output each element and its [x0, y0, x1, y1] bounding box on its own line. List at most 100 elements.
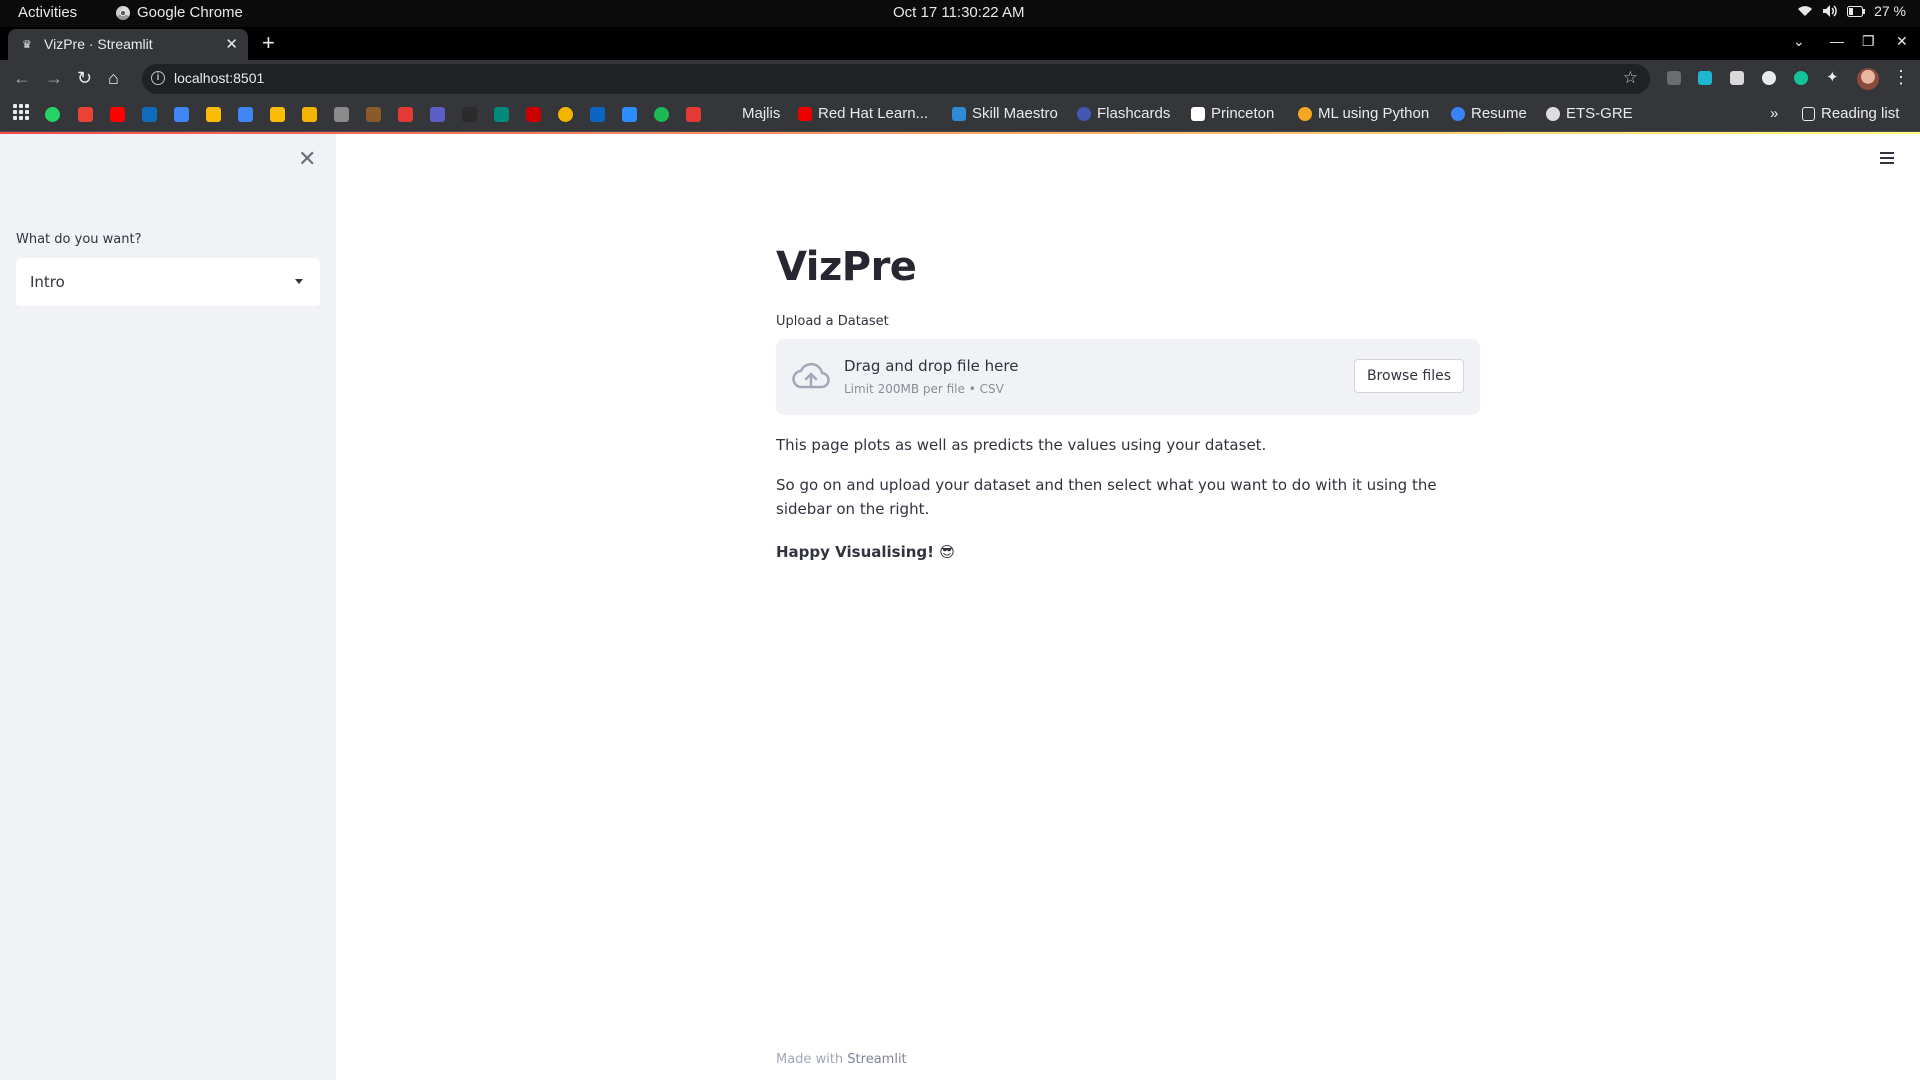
tab-search-icon[interactable]: ⌄: [1793, 33, 1805, 50]
resume-icon: [1451, 106, 1465, 121]
extension-icon[interactable]: [1698, 71, 1712, 85]
dropzone-limit: Limit 200MB per file • CSV: [844, 382, 1004, 396]
hamburger-menu-icon[interactable]: [1880, 152, 1894, 167]
intro-paragraph-1: This page plots as well as predicts the …: [776, 436, 1267, 454]
forward-icon[interactable]: →: [45, 68, 63, 89]
new-tab-icon[interactable]: +: [262, 30, 275, 56]
upload-label: Upload a Dataset: [776, 314, 889, 329]
intro-paragraph-2: So go on and upload your dataset and the…: [776, 476, 1437, 518]
url-text: localhost:8501: [174, 70, 265, 86]
bookmark-majlis[interactable]: Majlis: [742, 105, 780, 122]
bookmark-resume[interactable]: Resume: [1451, 105, 1527, 122]
footer: Made with Streamlit: [776, 1052, 907, 1067]
quizlet-icon: [1077, 106, 1091, 121]
file-dropzone[interactable]: Drag and drop file here Limit 200MB per …: [776, 339, 1480, 415]
grammarly-icon[interactable]: [1794, 71, 1808, 85]
page-title: VizPre: [776, 244, 917, 290]
bookmark-label: ETS-GRE: [1566, 105, 1633, 122]
outlook-icon[interactable]: [142, 107, 157, 122]
chrome-icon: [116, 5, 130, 20]
system-status[interactable]: 27 %: [1797, 3, 1906, 19]
apps-grid-icon[interactable]: [13, 104, 29, 120]
bookmark-app-icon-2[interactable]: [366, 107, 381, 122]
docs-icon[interactable]: [238, 107, 253, 122]
teams-icon[interactable]: [430, 107, 445, 122]
battery-percent: 27 %: [1874, 3, 1906, 19]
reading-list-label: Reading list: [1821, 105, 1900, 122]
bookmark-ml-python[interactable]: ML using Python: [1298, 105, 1429, 122]
keep-icon[interactable]: [270, 107, 285, 122]
chrome-menu-icon[interactable]: ⋮: [1892, 67, 1910, 88]
os-top-bar: Activities Google Chrome Oct 17 11:30:22…: [0, 0, 1920, 27]
bookmark-skill-maestro[interactable]: Skill Maestro: [952, 105, 1058, 122]
bookmark-app-icon[interactable]: [334, 107, 349, 122]
shield-extension-icon[interactable]: [1667, 71, 1681, 85]
bookmark-label: Red Hat Learn...: [818, 105, 929, 122]
globe-icon: [1546, 106, 1560, 121]
bookmarks-bar: Majlis Red Hat Learn... Skill Maestro Fl…: [0, 98, 1920, 132]
dropzone-instructions: Drag and drop file here: [844, 357, 1019, 375]
address-bar[interactable]: i localhost:8501 ☆: [142, 64, 1650, 94]
bookmark-star-icon[interactable]: ☆: [1623, 68, 1638, 88]
bookmark-label: Majlis: [742, 105, 781, 122]
slides-icon[interactable]: [302, 107, 317, 122]
emoji-app-icon[interactable]: [558, 107, 573, 122]
coursera-icon: [1298, 106, 1312, 121]
meet-icon[interactable]: [494, 107, 509, 122]
bookmark-ets-gre[interactable]: ETS-GRE: [1546, 105, 1633, 122]
whatsapp-icon[interactable]: [45, 107, 60, 122]
bookmark-label: Princeton: [1211, 105, 1275, 122]
redhat-icon: [798, 106, 812, 121]
mode-selectbox[interactable]: Intro: [16, 258, 320, 306]
cross-app-icon[interactable]: [398, 107, 413, 122]
main-content: VizPre Upload a Dataset Drag and drop fi…: [336, 134, 1920, 1080]
github-icon[interactable]: [462, 107, 477, 122]
tab-strip: ♛ VizPre · Streamlit ✕: [0, 27, 1920, 60]
bookmark-label: Skill Maestro: [972, 105, 1058, 122]
extensions-puzzle-icon[interactable]: ✦: [1826, 68, 1840, 86]
mouse-extension-icon[interactable]: [1762, 71, 1776, 85]
bookmark-flashcards[interactable]: Flashcards: [1077, 105, 1170, 122]
bookmarks-overflow-icon[interactable]: »: [1770, 105, 1778, 122]
pocket-icon[interactable]: [686, 107, 701, 122]
photos-icon[interactable]: [206, 107, 221, 122]
app-menu[interactable]: Google Chrome: [116, 4, 243, 21]
sidebar: ✕ What do you want? Intro: [0, 134, 336, 1080]
battery-icon: [1847, 5, 1866, 17]
browse-files-button[interactable]: Browse files: [1353, 359, 1464, 393]
back-icon[interactable]: ←: [13, 68, 31, 89]
cloud-upload-icon: [792, 362, 830, 389]
site-info-icon[interactable]: i: [151, 71, 165, 85]
redhat-app-icon[interactable]: [526, 107, 541, 122]
close-tab-icon[interactable]: ✕: [225, 35, 238, 53]
minimize-icon[interactable]: —: [1830, 33, 1844, 49]
close-sidebar-icon[interactable]: ✕: [298, 146, 316, 172]
tab-manager-extension-icon[interactable]: [1730, 71, 1744, 85]
drive-icon[interactable]: [174, 107, 189, 122]
reading-list-button[interactable]: Reading list: [1802, 105, 1899, 122]
spotify-icon[interactable]: [654, 107, 669, 122]
zoom-icon[interactable]: [622, 107, 637, 122]
restore-icon[interactable]: ❐: [1862, 33, 1875, 50]
bookmark-redhat[interactable]: Red Hat Learn...: [798, 105, 928, 122]
clock[interactable]: Oct 17 11:30:22 AM: [893, 4, 1024, 21]
app-name: Google Chrome: [137, 4, 243, 21]
princeton-icon: [1191, 106, 1205, 121]
reading-list-icon: [1802, 106, 1815, 121]
youtube-icon[interactable]: [110, 107, 125, 122]
streamlit-link[interactable]: Streamlit: [847, 1052, 906, 1067]
activities-button[interactable]: Activities: [18, 4, 77, 21]
tab-title: VizPre · Streamlit: [44, 36, 153, 52]
linkedin-icon[interactable]: [590, 107, 605, 122]
browser-tab[interactable]: ♛ VizPre · Streamlit ✕: [8, 29, 248, 60]
gmail-icon[interactable]: [78, 107, 93, 122]
volume-icon: [1823, 5, 1837, 17]
home-icon[interactable]: ⌂: [108, 68, 119, 89]
footer-prefix: Made with: [776, 1052, 844, 1067]
reload-icon[interactable]: ↻: [77, 68, 92, 89]
window-close-icon[interactable]: ✕: [1896, 33, 1908, 50]
bookmark-princeton[interactable]: Princeton: [1191, 105, 1274, 122]
browser-toolbar: ← → ↻ ⌂ i localhost:8501 ☆ ✦ ⋮: [0, 60, 1920, 98]
intro-paragraph-3: Happy Visualising! 😎: [776, 543, 955, 561]
profile-avatar[interactable]: [1857, 68, 1879, 90]
